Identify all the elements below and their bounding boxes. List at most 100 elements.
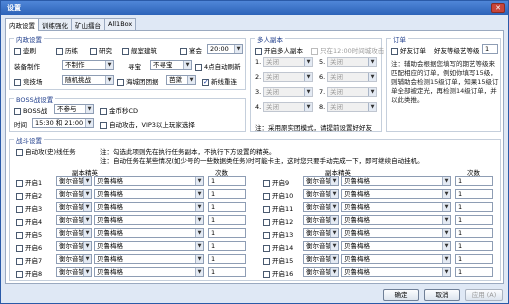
battle-row-elite-select[interactable]: 贝鲁梅格 ▼ [94, 254, 204, 264]
battle-row-enable-checkbox[interactable]: 开启1 [16, 177, 42, 187]
auto-task-checkbox[interactable]: 自动攻(史)线任务 [16, 146, 76, 156]
battle-row-count-input[interactable]: 1 [455, 241, 493, 251]
battle-row-fuben-select[interactable]: 衡尔音镇 ▼ [303, 241, 339, 251]
battle-row-enable-checkbox[interactable]: 开启11 [263, 203, 293, 213]
jingjichang-checkbox[interactable]: 竞技场 [14, 76, 43, 86]
boss-auto-attack-checkbox[interactable]: 自动攻击，VIP3以上玩家选择 [100, 119, 195, 129]
battle-row-enable-checkbox[interactable]: 开启12 [263, 216, 293, 226]
battle-row-fuben-select[interactable]: 衡尔音镇 ▼ [303, 228, 339, 238]
battle-row-elite-select[interactable]: 贝鲁梅格 ▼ [341, 254, 451, 264]
battle-row-fuben-select[interactable]: 衡尔音镇 ▼ [303, 267, 339, 277]
battle-row-enable-checkbox[interactable]: 开启9 [263, 177, 289, 187]
battle-row-count-input[interactable]: 1 [208, 228, 246, 238]
duoren-slot-select[interactable]: 关闭 ▼ [263, 87, 313, 97]
duoren-slot-select[interactable]: 关闭 ▼ [327, 57, 377, 67]
battle-row-elite-select[interactable]: 贝鲁梅格 ▼ [94, 202, 204, 212]
battle-row-count-input[interactable]: 1 [208, 215, 246, 225]
battle-row-enable-checkbox[interactable]: 开启13 [263, 229, 293, 239]
battle-row-count-input[interactable]: 1 [455, 215, 493, 225]
duoren-slot-select[interactable]: 关闭 ▼ [263, 57, 313, 67]
battle-row-elite-select[interactable]: 贝鲁梅格 ▼ [341, 228, 451, 238]
battle-row-fuben-select[interactable]: 衡尔音镇 ▼ [303, 202, 339, 212]
reconnect-checkbox[interactable]: 新线重连 [202, 76, 237, 86]
battle-row-fuben-select[interactable]: 衡尔音镇 ▼ [56, 241, 92, 251]
battle-row-enable-checkbox[interactable]: 开启14 [263, 242, 293, 252]
auto-refresh-checkbox[interactable]: 4点自动刷新 [195, 61, 241, 71]
battle-row-enable-checkbox[interactable]: 开启16 [263, 268, 293, 278]
apply-button[interactable]: 应用 (A) [465, 289, 503, 301]
tab-all1box[interactable]: All1Box [104, 18, 137, 30]
battle-row-enable-checkbox[interactable]: 开启8 [16, 268, 42, 278]
battle-row-count-input[interactable]: 1 [455, 176, 493, 186]
battle-row-enable-checkbox[interactable]: 开启5 [16, 229, 42, 239]
battle-row-elite-select[interactable]: 贝鲁梅格 ▼ [341, 241, 451, 251]
battle-row-elite-select[interactable]: 贝鲁梅格 ▼ [94, 241, 204, 251]
yanjiu-checkbox[interactable]: 研究 [90, 45, 112, 55]
lilian-checkbox[interactable]: 历练 [56, 45, 78, 55]
tab-kuangshan[interactable]: 矿山擂台 [71, 18, 105, 30]
battle-row-fuben-select[interactable]: 衡尔音镇 ▼ [56, 215, 92, 225]
zhuangbei-checkbox[interactable]: 壶刷 [14, 45, 36, 55]
yanhui-checkbox[interactable]: 宴会 [180, 45, 202, 55]
duoren-time-checkbox[interactable]: 只在12:00时间城攻击 [311, 45, 384, 55]
battle-row-enable-checkbox[interactable]: 开启4 [16, 216, 42, 226]
duoren-open-checkbox[interactable]: 开启多人副本 [255, 45, 303, 55]
duoren-slot-select[interactable]: 关闭 ▼ [263, 102, 313, 112]
battle-row-elite-select[interactable]: 贝鲁梅格 ▼ [341, 267, 451, 277]
xunbao-select[interactable]: 不寻宝 ▼ [150, 60, 192, 70]
battle-row-enable-checkbox[interactable]: 开启15 [263, 255, 293, 265]
duoren-slot-select[interactable]: 关闭 ▼ [327, 87, 377, 97]
battle-row-elite-select[interactable]: 贝鲁梅格 ▼ [94, 228, 204, 238]
battle-row-count-input[interactable]: 1 [455, 228, 493, 238]
battle-row-elite-select[interactable]: 贝鲁梅格 ▼ [341, 215, 451, 225]
battle-row-count-input[interactable]: 1 [208, 202, 246, 212]
battle-row-enable-checkbox[interactable]: 开启2 [16, 190, 42, 200]
battle-row-fuben-select[interactable]: 衡尔音镇 ▼ [303, 189, 339, 199]
battle-row-enable-checkbox[interactable]: 开启3 [16, 203, 42, 213]
haoyou-level-input[interactable]: 1 [482, 44, 498, 54]
battle-row-elite-select[interactable]: 贝鲁梅格 ▼ [341, 189, 451, 199]
haicheng-checkbox[interactable]: 海城团团据 [117, 76, 159, 86]
battle-row-count-input[interactable]: 1 [455, 267, 493, 277]
battle-row-fuben-select[interactable]: 衡尔音镇 ▼ [56, 202, 92, 212]
battle-row-elite-select[interactable]: 贝鲁梅格 ▼ [94, 267, 204, 277]
close-button[interactable]: ✕ [491, 3, 505, 13]
battle-row-fuben-select[interactable]: 衡尔音镇 ▼ [56, 267, 92, 277]
haicheng-select[interactable]: 芭黛 ▼ [166, 75, 196, 85]
jianshi-checkbox[interactable]: 舰室建筑 [122, 45, 157, 55]
battle-row-count-input[interactable]: 1 [208, 176, 246, 186]
boss-checkbox[interactable]: BOSS战 [14, 105, 47, 115]
tab-xunlian[interactable]: 训练强化 [38, 18, 72, 30]
battle-row-elite-select[interactable]: 贝鲁梅格 ▼ [341, 202, 451, 212]
battle-row-fuben-select[interactable]: 衡尔音镇 ▼ [303, 215, 339, 225]
battle-row-count-input[interactable]: 1 [455, 254, 493, 264]
jinbi-checkbox[interactable]: 金币秒CD [100, 105, 138, 115]
duoren-slot-select[interactable]: 关闭 ▼ [263, 72, 313, 82]
battle-row-fuben-select[interactable]: 衡尔音镇 ▼ [56, 176, 92, 186]
zhuangbei-zhizuo-select[interactable]: 不制作 ▼ [62, 60, 114, 70]
battle-row-count-input[interactable]: 1 [455, 202, 493, 212]
cancel-button[interactable]: 取消 [424, 289, 460, 301]
boss-time-select[interactable]: 15:30 和 21:00 ▼ [32, 118, 94, 128]
tab-neizheng[interactable]: 内政设置 [5, 18, 39, 31]
jingjichang-select[interactable]: 随机挑战 ▼ [62, 75, 114, 85]
battle-row-elite-select[interactable]: 贝鲁梅格 ▼ [341, 176, 451, 186]
ok-button[interactable]: 确定 [383, 289, 419, 301]
duoren-slot-select[interactable]: 关闭 ▼ [327, 102, 377, 112]
battle-row-enable-checkbox[interactable]: 开启6 [16, 242, 42, 252]
battle-row-enable-checkbox[interactable]: 开启10 [263, 190, 293, 200]
battle-row-elite-select[interactable]: 贝鲁梅格 ▼ [94, 215, 204, 225]
title-bar[interactable]: 设置 ✕ [1, 1, 508, 15]
boss-select[interactable]: 不参与 ▼ [54, 104, 94, 114]
battle-row-count-input[interactable]: 1 [208, 241, 246, 251]
battle-row-count-input[interactable]: 1 [208, 267, 246, 277]
battle-row-fuben-select[interactable]: 衡尔音镇 ▼ [56, 228, 92, 238]
haoyou-dingdan-checkbox[interactable]: 好友订单 [391, 45, 426, 55]
battle-row-fuben-select[interactable]: 衡尔音镇 ▼ [56, 189, 92, 199]
battle-row-enable-checkbox[interactable]: 开启7 [16, 255, 42, 265]
battle-row-elite-select[interactable]: 贝鲁梅格 ▼ [94, 176, 204, 186]
battle-row-count-input[interactable]: 1 [455, 189, 493, 199]
battle-row-count-input[interactable]: 1 [208, 189, 246, 199]
battle-row-count-input[interactable]: 1 [208, 254, 246, 264]
yanhui-time-select[interactable]: 20:00 ▼ [207, 44, 243, 54]
